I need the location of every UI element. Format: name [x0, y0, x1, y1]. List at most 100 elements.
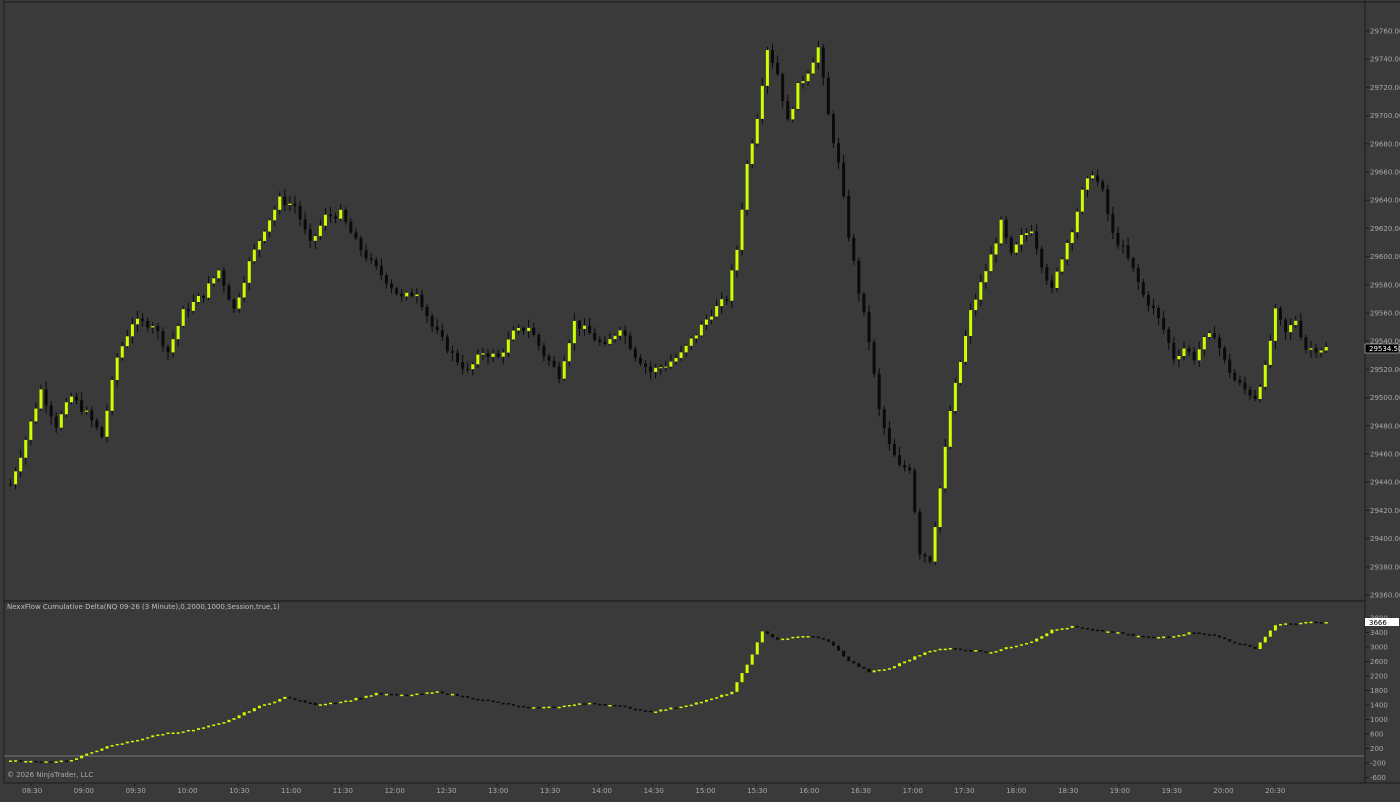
price-tick-label: 29640.00	[1370, 197, 1400, 205]
candle-body	[1065, 242, 1069, 260]
delta-bar	[456, 693, 460, 696]
delta-bar	[227, 719, 231, 723]
candle-body	[598, 339, 602, 342]
delta-bar	[349, 700, 353, 702]
delta-bar	[913, 656, 917, 660]
candle-body	[964, 335, 968, 362]
candle-body	[1162, 317, 1166, 330]
delta-bar	[755, 642, 759, 655]
delta-bar	[994, 651, 998, 653]
price-tick-label: 29380.00	[1370, 563, 1400, 571]
candle-body	[481, 353, 485, 355]
candle-body	[202, 295, 206, 298]
delta-bar	[892, 666, 896, 669]
candle-body	[786, 100, 790, 120]
candle-body	[1192, 351, 1196, 361]
candle-body	[750, 143, 754, 164]
candle-body	[877, 373, 881, 410]
candle-body	[593, 333, 597, 340]
candle-body	[364, 250, 368, 259]
candle-body	[974, 299, 978, 311]
candle-body	[948, 411, 952, 447]
candle-body	[608, 339, 612, 344]
delta-bar	[1146, 636, 1150, 638]
candle-body	[49, 405, 53, 417]
delta-bar	[450, 693, 454, 696]
delta-bar	[953, 648, 957, 650]
delta-bar	[1096, 629, 1100, 632]
candle-body	[435, 326, 439, 331]
delta-bar	[1014, 645, 1018, 648]
delta-bar	[765, 631, 769, 635]
candle-body	[85, 410, 89, 412]
time-tick-label: 08:30	[22, 787, 42, 795]
delta-bar	[278, 698, 282, 702]
candle-body	[857, 260, 861, 294]
chart-canvas[interactable]: NexxFlow Cumulative Delta(NQ 09-26 (3 Mi…	[0, 0, 1400, 797]
delta-bar	[1111, 631, 1115, 633]
delta-bar	[969, 650, 973, 652]
candle-body	[120, 346, 124, 358]
candle-body	[1319, 350, 1323, 353]
delta-bar	[9, 760, 12, 762]
candle-body	[1294, 320, 1298, 326]
candle-body	[359, 238, 363, 251]
delta-tick-label: 3400	[1370, 629, 1388, 637]
delta-bar	[395, 693, 399, 696]
delta-bar	[466, 695, 470, 698]
delta-bar	[440, 691, 444, 694]
price-tick-label: 29440.00	[1370, 479, 1400, 487]
delta-bar	[105, 746, 109, 749]
candle-body	[806, 73, 810, 82]
candle-body	[689, 338, 693, 346]
candle-body	[1157, 307, 1161, 318]
price-axis[interactable]: 29760.00 29740.00 29720.00 29700.00 29680.00…	[1365, 28, 1400, 600]
delta-bar	[481, 699, 485, 702]
delta-bar	[710, 698, 714, 701]
time-tick-label: 10:00	[177, 787, 197, 795]
candle-body	[425, 307, 429, 317]
candle-body	[125, 336, 129, 347]
delta-bar	[1040, 636, 1044, 639]
candle-body	[64, 402, 68, 415]
delta-bar	[882, 669, 886, 671]
candle-body	[212, 278, 216, 284]
delta-bar	[679, 706, 683, 709]
delta-bar	[1035, 638, 1039, 642]
candle-body	[476, 354, 480, 365]
candle-body	[400, 293, 404, 297]
candle-body	[1019, 234, 1023, 245]
delta-bar	[517, 705, 520, 708]
delta-bar	[852, 661, 856, 664]
candle-body	[1136, 268, 1140, 283]
candle-body	[329, 214, 333, 217]
candle	[877, 368, 881, 417]
candle-body	[313, 236, 317, 241]
candle-body	[933, 527, 937, 562]
candle-body	[852, 237, 856, 261]
candle-body	[501, 352, 505, 357]
delta-bar	[1030, 641, 1034, 644]
candle-body	[1202, 337, 1206, 350]
candle-body	[222, 270, 226, 286]
candle-body	[628, 335, 632, 349]
delta-bar	[781, 638, 785, 641]
candle-body	[633, 348, 637, 358]
candle-body	[1055, 271, 1059, 288]
candle-body	[801, 81, 805, 84]
candle-body	[24, 439, 28, 458]
candle-body	[1060, 259, 1064, 272]
delta-tick-label: 2600	[1370, 658, 1388, 666]
delta-bar	[669, 707, 673, 710]
candle-body	[979, 282, 983, 300]
candle-body	[171, 339, 175, 353]
candle-body	[882, 409, 886, 429]
delta-bar	[75, 758, 79, 760]
candle-body	[237, 297, 241, 309]
delta-bar	[898, 663, 901, 667]
candle-body	[644, 363, 647, 367]
delta-bar	[369, 695, 373, 697]
indicator-label[interactable]: NexxFlow Cumulative Delta(NQ 09-26 (3 Mi…	[7, 603, 280, 611]
delta-bar	[1126, 633, 1130, 636]
candle-body	[984, 271, 988, 283]
